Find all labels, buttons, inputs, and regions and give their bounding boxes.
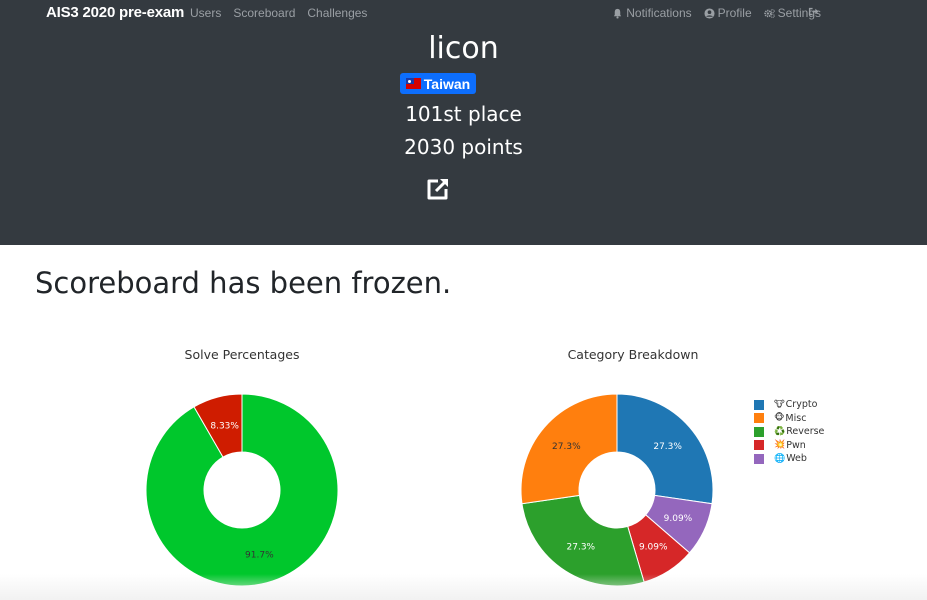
slice-label-reverse: 27.3% (567, 542, 596, 552)
slice-reverse[interactable] (521, 494, 645, 587)
slice-label-pwn: 9.09% (639, 542, 668, 552)
legend-item-pwn[interactable]: 💥 Pwn (754, 439, 824, 453)
slice-label-web: 9.09% (664, 514, 693, 524)
legend-swatch (754, 413, 764, 424)
legend-label: Reverse (786, 426, 825, 438)
legend-label: Pwn (786, 439, 806, 451)
legend-emoji-icon: 💥 (774, 440, 786, 451)
legend-label: Web (786, 453, 807, 465)
legend-emoji-icon: ♻️ (774, 426, 786, 437)
legend-emoji-icon: 🐵 (774, 413, 785, 424)
slice-label-crypto: 27.3% (653, 442, 682, 452)
category-legend: 🐮 Crypto 🐵 Misc ♻️ Reverse 💥 Pwn 🌐 Web (754, 398, 824, 466)
legend-swatch (754, 453, 764, 464)
legend-emoji-icon: 🌐 (774, 453, 786, 464)
slice-label-misc: 27.3% (552, 442, 581, 452)
legend-label: Misc (785, 412, 807, 424)
legend-swatch (754, 399, 764, 410)
legend-emoji-icon: 🐮 (774, 399, 785, 410)
legend-item-web[interactable]: 🌐 Web (754, 452, 824, 466)
legend-swatch (754, 440, 764, 451)
category-breakdown-chart: 27.3% 9.09% 9.09% 27.3% 27.3% (520, 393, 714, 587)
legend-item-reverse[interactable]: ♻️ Reverse (754, 425, 824, 439)
legend-item-misc[interactable]: 🐵 Misc (754, 412, 824, 426)
legend-label: Crypto (785, 399, 818, 411)
legend-swatch (754, 426, 764, 437)
legend-item-crypto[interactable]: 🐮 Crypto (754, 398, 824, 412)
